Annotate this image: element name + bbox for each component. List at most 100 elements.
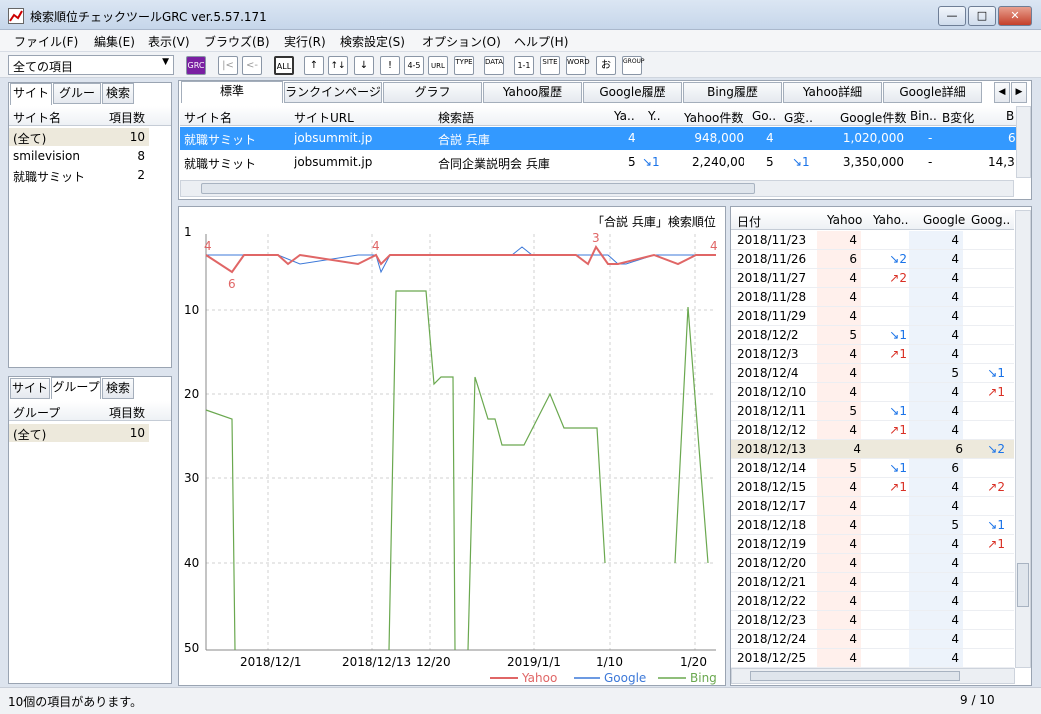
col-keyword[interactable]: 検索語	[438, 109, 474, 126]
menu-browse[interactable]: ブラウズ(B)	[204, 33, 270, 50]
col-google-change[interactable]: Goog..	[971, 213, 1010, 227]
tab-yahoo-history[interactable]: Yahoo履歴	[483, 82, 582, 103]
menu-help[interactable]: ヘルプ(H)	[514, 33, 568, 50]
table-row[interactable]: 2018/12/13 4 6 ↘2	[731, 440, 1014, 459]
group-button[interactable]: GROUP	[622, 56, 645, 75]
col-yahoo-rank[interactable]: Ya..	[614, 109, 635, 123]
table-row[interactable]: 2018/12/22 4 4	[731, 592, 1014, 611]
tab-scroll-left[interactable]: ◀	[994, 82, 1010, 103]
tab-google-history[interactable]: Google履歴	[583, 82, 682, 103]
list-item[interactable]: 就職サミット 2	[9, 166, 149, 184]
table-row[interactable]: 2018/12/12 4 ↗1 4	[731, 421, 1014, 440]
prev-button[interactable]: <-	[242, 56, 262, 75]
rank-up-button[interactable]: ↑	[304, 56, 324, 75]
maximize-button[interactable]: □	[968, 6, 996, 26]
col-item-count[interactable]: 項目数	[109, 109, 145, 126]
table-row[interactable]: 2018/12/14 5 ↘1 6	[731, 459, 1014, 478]
close-button[interactable]: ✕	[998, 6, 1032, 26]
col-site-name[interactable]: サイト名	[184, 109, 232, 126]
url-button[interactable]: URL	[428, 56, 448, 75]
table-row[interactable]: 2018/12/2 5 ↘1 4	[731, 326, 1014, 345]
tab-site-2[interactable]: サイト	[10, 378, 50, 399]
menu-options[interactable]: オプション(O)	[422, 33, 501, 50]
table-row[interactable]: 2018/12/17 4 4	[731, 497, 1014, 516]
tab-scroll-right[interactable]: ▶	[1011, 82, 1027, 103]
list-item[interactable]: (全て) 10	[9, 424, 149, 442]
history-vscrollbar[interactable]	[1015, 210, 1031, 668]
tab-google-detail[interactable]: Google詳細	[883, 82, 982, 103]
alert-button[interactable]: !	[380, 56, 400, 75]
col-yahoo-count[interactable]: Yahoo件数	[684, 109, 743, 126]
first-button[interactable]: |<	[218, 56, 238, 75]
main-grid-vscrollbar[interactable]	[1016, 106, 1031, 178]
tab-rankin-page[interactable]: ランクインページ	[284, 82, 382, 103]
table-row[interactable]: 就職サミット jobsummit.jp 合説 兵庫 4 948,000 4 1,…	[180, 127, 1016, 150]
tab-yahoo-detail[interactable]: Yahoo詳細	[783, 82, 882, 103]
table-row[interactable]: 就職サミット jobsummit.jp 合同企業説明会 兵庫 5 ↘1 2,24…	[180, 151, 1016, 174]
table-row[interactable]: 2018/11/28 4 4	[731, 288, 1014, 307]
table-row[interactable]: 2018/11/29 4 4	[731, 307, 1014, 326]
tab-graph[interactable]: グラフ	[383, 82, 482, 103]
col-site-name[interactable]: サイト名	[13, 109, 61, 126]
tab-standard[interactable]: 標準	[181, 81, 283, 103]
table-row[interactable]: 2018/12/3 4 ↗1 4	[731, 345, 1014, 364]
table-row[interactable]: 2018/11/27 4 ↗2 4	[731, 269, 1014, 288]
table-row[interactable]: 2018/12/21 4 4	[731, 573, 1014, 592]
col-yahoo[interactable]: Yahoo	[827, 213, 862, 227]
rank-change-button[interactable]: ↑↓	[328, 56, 348, 75]
menu-search-settings[interactable]: 検索設定(S)	[340, 33, 405, 50]
type-button[interactable]: TYPE	[454, 56, 474, 75]
table-row[interactable]: 2018/12/20 4 4	[731, 554, 1014, 573]
table-row[interactable]: 2018/12/25 4 4	[731, 649, 1014, 668]
col-yahoo-change[interactable]: Yaho..	[873, 213, 908, 227]
item-filter-select[interactable]: 全ての項目 ▼	[8, 55, 174, 75]
table-row[interactable]: 2018/12/4 4 5 ↘1	[731, 364, 1014, 383]
table-row[interactable]: 2018/11/26 6 ↘2 4	[731, 250, 1014, 269]
col-bing-count[interactable]: B	[1006, 109, 1014, 123]
tab-group[interactable]: グループ	[53, 83, 101, 119]
menu-file[interactable]: ファイル(F)	[14, 33, 78, 50]
tab-bing-history[interactable]: Bing履歴	[683, 82, 782, 103]
col-date[interactable]: 日付	[737, 213, 761, 230]
table-row[interactable]: 2018/12/11 5 ↘1 4	[731, 402, 1014, 421]
list-item[interactable]: smilevision 8	[9, 147, 149, 165]
menu-view[interactable]: 表示(V)	[148, 33, 190, 50]
tab-search-2[interactable]: 検索	[102, 378, 134, 399]
col-group[interactable]: グループ	[13, 404, 60, 421]
favorite-button[interactable]: お	[596, 56, 616, 75]
col-item-count[interactable]: 項目数	[109, 404, 145, 421]
all-button[interactable]: ALL	[274, 56, 294, 75]
history-hscrollbar[interactable]	[731, 668, 1015, 684]
table-row[interactable]: 2018/12/19 4 4 ↗1	[731, 535, 1014, 554]
rank-down-button[interactable]: ↓	[354, 56, 374, 75]
one-one-button[interactable]: 1-1	[514, 56, 534, 75]
col-site-url[interactable]: サイトURL	[294, 109, 354, 126]
col-google-change[interactable]: G変..	[784, 109, 813, 126]
range-button[interactable]: 4-5	[404, 56, 424, 75]
table-row[interactable]: 2018/12/10 4 4 ↗1	[731, 383, 1014, 402]
col-google-rank[interactable]: Go..	[752, 109, 776, 123]
site-button[interactable]: SITE	[540, 56, 560, 75]
table-row[interactable]: 2018/12/15 4 ↗1 4 ↗2	[731, 478, 1014, 497]
col-google-count[interactable]: Google件数	[840, 109, 906, 126]
tab-site[interactable]: サイト	[10, 83, 52, 105]
table-row[interactable]: 2018/11/23 4 4	[731, 231, 1014, 250]
table-row[interactable]: 2018/12/24 4 4	[731, 630, 1014, 649]
minimize-button[interactable]: —	[938, 6, 966, 26]
table-row[interactable]: 2018/12/23 4 4	[731, 611, 1014, 630]
tab-search[interactable]: 検索	[102, 83, 134, 104]
grc-button[interactable]: GRC	[186, 56, 206, 75]
list-item[interactable]: (全て) 10	[9, 128, 149, 146]
col-bing-change[interactable]: B変化	[942, 109, 974, 126]
tab-group-2[interactable]: グループ	[51, 377, 101, 399]
col-yahoo-change[interactable]: Y..	[648, 109, 661, 123]
main-grid-hscrollbar[interactable]	[180, 180, 1014, 197]
scroll-thumb[interactable]	[750, 671, 960, 681]
table-row[interactable]: 2018/12/18 4 5 ↘1	[731, 516, 1014, 535]
word-button[interactable]: WORD	[566, 56, 590, 75]
data-button[interactable]: DATA	[484, 56, 504, 75]
scroll-thumb[interactable]	[201, 183, 755, 194]
scroll-thumb[interactable]	[1017, 563, 1029, 607]
col-bing-rank[interactable]: Bin..	[910, 109, 937, 123]
menu-edit[interactable]: 編集(E)	[94, 33, 135, 50]
